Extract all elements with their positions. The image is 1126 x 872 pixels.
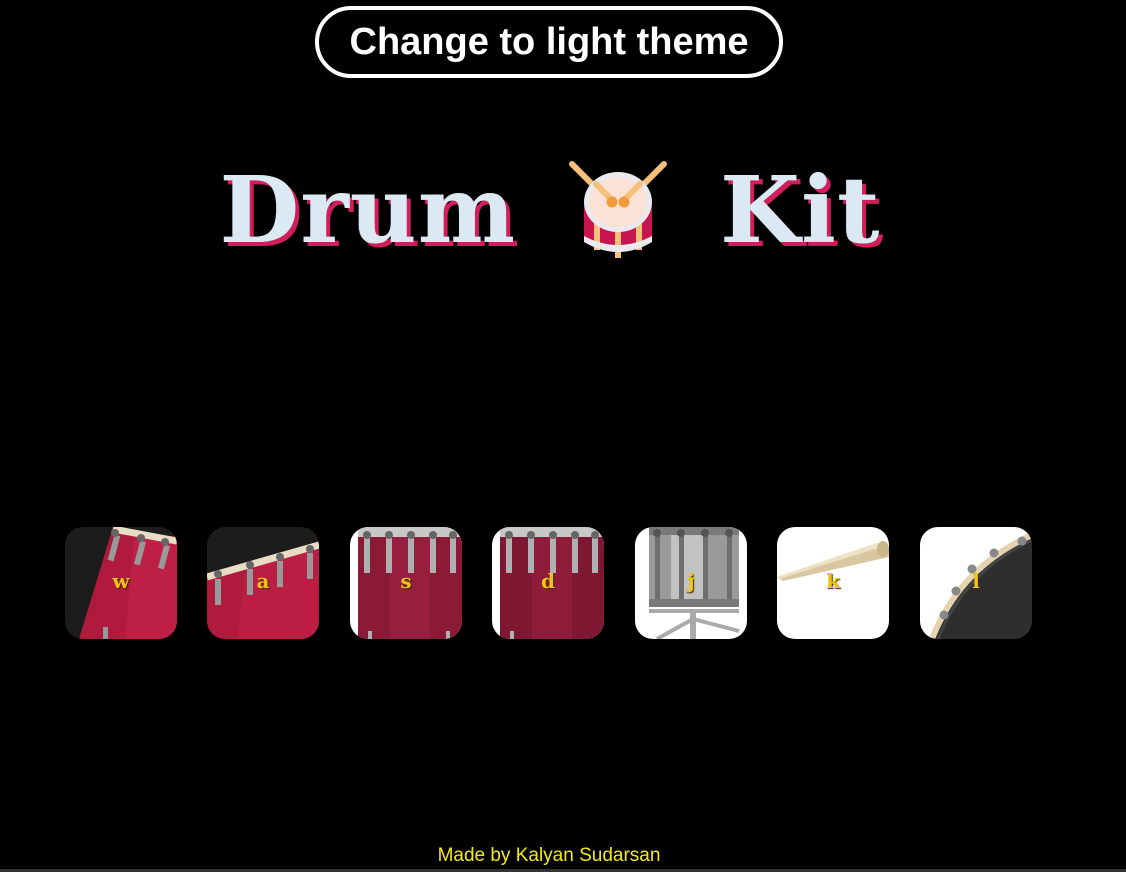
drum-key-label: s	[400, 569, 412, 593]
drum-key-label: l	[972, 569, 980, 593]
drum-button-a[interactable]: a	[207, 527, 319, 639]
drum-icon	[566, 158, 670, 262]
drum-button-k[interactable]: k	[777, 527, 889, 639]
drum-button-w[interactable]: w	[65, 527, 177, 639]
drum-key-label: w	[112, 569, 130, 593]
drum-set: w a s d j k l	[65, 527, 1045, 639]
drum-button-l[interactable]: l	[920, 527, 1032, 639]
title-word-drum: Drum	[219, 156, 517, 264]
footer-credit: Made by Kalyan Sudarsan	[437, 845, 661, 866]
title-word-kit: Kit	[720, 156, 881, 264]
page-title: Drum Kit	[0, 150, 1100, 270]
drum-button-d[interactable]: d	[492, 527, 604, 639]
drum-button-s[interactable]: s	[350, 527, 462, 639]
drum-key-label: a	[256, 569, 270, 593]
drum-kit-page: Change to light theme Drum Kit w a s d j…	[0, 0, 1126, 872]
drum-key-label: k	[826, 569, 840, 593]
drum-button-j[interactable]: j	[635, 527, 747, 639]
drum-key-label: j	[687, 569, 695, 593]
change-theme-button[interactable]: Change to light theme	[315, 6, 783, 78]
drum-key-label: d	[541, 569, 555, 593]
